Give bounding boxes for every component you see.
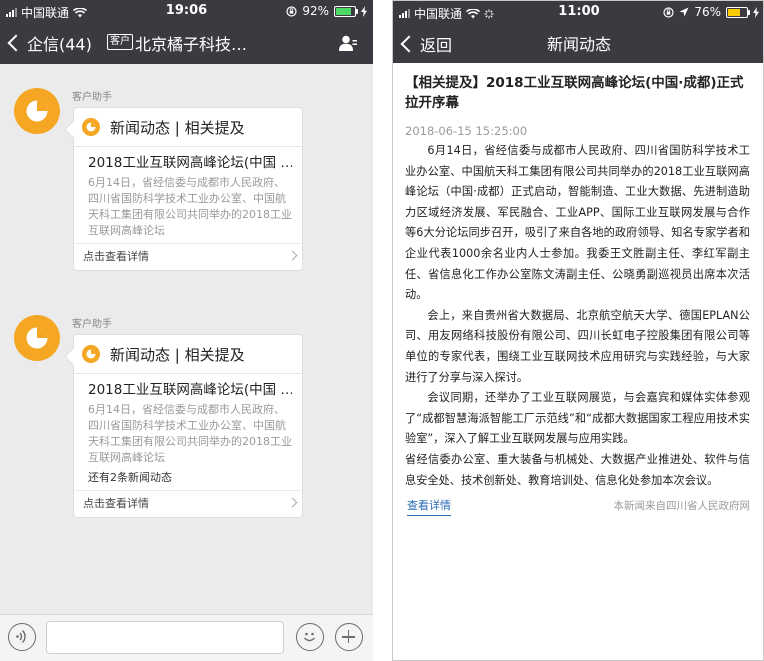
chat-nav-bar: 企信(44) 客户 北京橘子科技… <box>0 22 373 64</box>
chevron-left-icon <box>7 34 25 52</box>
charging-icon <box>753 6 759 18</box>
plus-icon-vertical <box>347 630 350 643</box>
status-right: 92% <box>286 4 367 18</box>
article-footer: 查看详情 本新闻来自四川省人民政府网 <box>405 497 750 519</box>
customer-tag: 客户 <box>107 34 133 50</box>
card-body: 2018工业互联网高峰论坛(中国 … 6月14日，省经信委与成都市人民政府、四川… <box>74 147 302 243</box>
emoji-icon <box>304 632 315 642</box>
assistant-avatar <box>14 88 60 134</box>
charging-icon <box>361 5 367 17</box>
battery-icon <box>726 6 750 18</box>
orientation-lock-icon <box>663 6 674 18</box>
back-label: 企信(44) <box>27 35 92 54</box>
card-header: 新闻动态 | 相关提及 <box>74 335 302 374</box>
location-icon <box>679 7 689 17</box>
card-pie-icon <box>82 345 100 363</box>
article-paragraph: 省经信委办公室、重大装备与机械处、大数据产业推进处、软件与信息安全处、技术创新处… <box>405 452 750 487</box>
battery-percent: 92% <box>302 4 329 18</box>
sender-name: 客户助手 <box>72 92 112 103</box>
card-pie-icon <box>82 118 100 136</box>
chevron-right-icon <box>287 250 298 261</box>
voice-button[interactable] <box>8 623 36 651</box>
battery-icon <box>334 5 358 17</box>
article-paragraph: 6月14日，省经信委与成都市人民政府、四川省国防科学技术工业办公室、中国航天科工… <box>405 144 750 302</box>
news-summary: 6月14日，省经信委与成都市人民政府、四川省国防科学技术工业办公室、中国航天科工… <box>88 176 292 237</box>
battery-level <box>336 7 351 15</box>
news-article: 【相关提及】2018工业互联网高峰论坛(中国·成都)正式拉开序幕 2018-06… <box>405 73 750 519</box>
orientation-lock-icon <box>286 5 297 17</box>
view-details-label: 点击查看详情 <box>83 250 149 263</box>
chat-input-bar <box>0 614 373 661</box>
news-card[interactable]: 新闻动态 | 相关提及 2018工业互联网高峰论坛(中国 … 6月14日，省经信… <box>73 107 303 271</box>
message-input[interactable] <box>46 621 284 654</box>
view-details-link[interactable]: 点击查看详情 <box>74 490 302 517</box>
emoji-button[interactable] <box>296 623 324 651</box>
chat-screen: 中国联通 19:06 92% 企信(44) 客户 北京橘子科技… 客户助手 新闻… <box>0 0 373 661</box>
status-bar: 中国联通 19:06 92% <box>0 0 373 22</box>
card-title: 新闻动态 | 相关提及 <box>110 346 245 364</box>
sender-name: 客户助手 <box>72 319 112 330</box>
article-title: 【相关提及】2018工业互联网高峰论坛(中国·成都)正式拉开序幕 <box>405 75 744 111</box>
battery-level <box>728 8 740 16</box>
assistant-avatar <box>14 315 60 361</box>
back-button[interactable]: 企信(44) <box>7 31 92 55</box>
detail-nav-bar: 返回 新闻动态 <box>393 23 763 63</box>
news-title: 2018工业互联网高峰论坛(中国 … <box>88 155 292 171</box>
view-details-link[interactable]: 点击查看详情 <box>74 243 302 270</box>
article-date: 2018-06-15 15:25:00 <box>405 124 528 138</box>
voice-icon <box>16 630 26 643</box>
view-details-link[interactable]: 查看详情 <box>407 498 451 517</box>
page-title: 新闻动态 <box>546 35 611 54</box>
pie-chart-icon <box>26 100 48 122</box>
news-detail-screen: 中国联通 11:00 76% 返回 新闻动态 【相关提及】2018工业互联网高峰… <box>392 0 764 661</box>
card-header: 新闻动态 | 相关提及 <box>74 108 302 147</box>
pie-chart-icon <box>26 327 48 349</box>
view-details-label: 点击查看详情 <box>83 497 149 510</box>
article-paragraph: 会上，来自贵州省大数据局、北京航空航天大学、德国EPLAN公司、用友网络科技股份… <box>405 308 750 384</box>
battery-percent: 76% <box>694 5 721 19</box>
card-title: 新闻动态 | 相关提及 <box>110 119 245 137</box>
news-title: 2018工业互联网高峰论坛(中国 … <box>88 382 292 398</box>
status-bar: 中国联通 11:00 76% <box>393 1 763 23</box>
status-right: 76% <box>663 5 759 19</box>
article-source: 本新闻来自四川省人民政府网 <box>613 500 751 513</box>
chevron-right-icon <box>287 497 298 508</box>
contact-info-icon[interactable] <box>339 35 357 51</box>
more-button[interactable] <box>335 623 363 651</box>
news-card[interactable]: 新闻动态 | 相关提及 2018工业互联网高峰论坛(中国 … 6月14日，省经信… <box>73 334 303 518</box>
card-body: 2018工业互联网高峰论坛(中国 … 6月14日，省经信委与成都市人民政府、四川… <box>74 374 302 470</box>
more-news-count: 还有2条新闻动态 <box>88 471 172 484</box>
chat-title: 北京橘子科技… <box>135 35 248 54</box>
news-summary: 6月14日，省经信委与成都市人民政府、四川省国防科学技术工业办公室、中国航天科工… <box>88 403 292 464</box>
article-paragraph: 会议同期，还举办了工业互联网展览，与会嘉宾和媒体实体参观了“成都智慧海派智能工厂… <box>405 391 750 446</box>
